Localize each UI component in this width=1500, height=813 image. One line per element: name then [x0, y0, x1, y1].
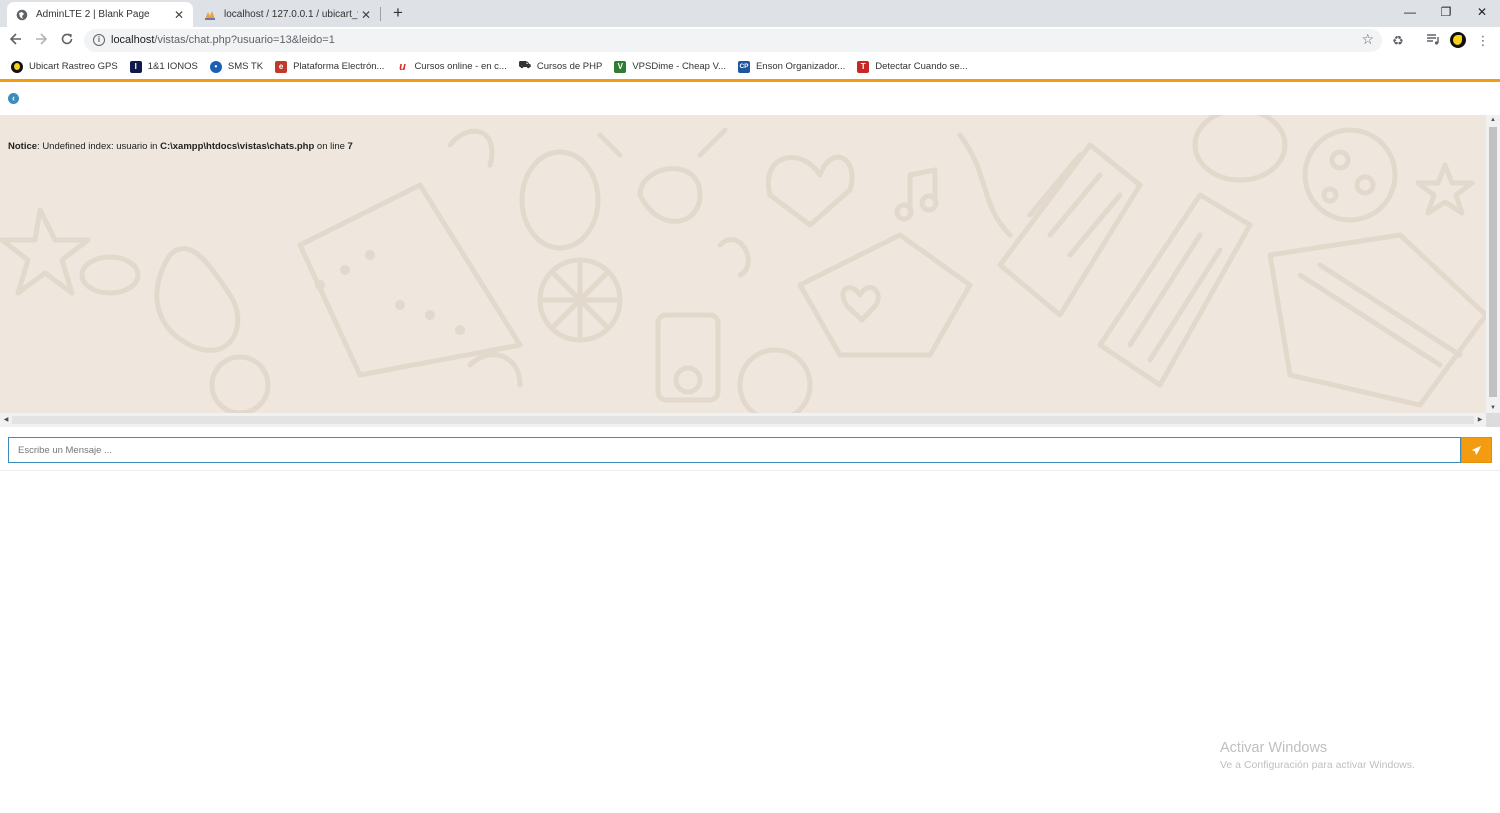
bookmark-label: Enson Organizador... — [755, 61, 846, 72]
message-input[interactable] — [8, 437, 1461, 463]
forward-arrow-icon[interactable] — [31, 31, 51, 51]
activation-title: Activar Windows — [1220, 740, 1328, 756]
vertical-scrollbar[interactable]: ▲ ▼ — [1486, 115, 1500, 413]
new-tab-button[interactable]: + — [389, 4, 407, 22]
scrollbar-thumb[interactable] — [1489, 127, 1497, 397]
bookmark-label: Detectar Cuando se... — [875, 61, 968, 72]
tab-adminlte[interactable]: AdminLTE 2 | Blank Page ✕ — [7, 2, 193, 27]
phpmyadmin-icon — [204, 9, 216, 21]
ionos-icon: I — [129, 60, 142, 73]
ubicart-icon — [11, 60, 23, 73]
tab-title: AdminLTE 2 | Blank Page — [36, 9, 150, 20]
scroll-left-arrow-icon[interactable]: ◀ — [0, 413, 12, 427]
bookmark-item[interactable]: u Cursos online - en c... — [396, 60, 507, 73]
horizontal-scrollbar[interactable]: ◀ ▶ — [0, 413, 1486, 427]
bookmark-label: SMS TK — [227, 61, 264, 72]
notice-line-number: 7 — [347, 141, 353, 152]
header-accent-line — [0, 79, 1500, 82]
bookmark-item[interactable]: T Detectar Cuando se... — [857, 60, 968, 73]
bookmark-item[interactable]: I 1&1 IONOS — [129, 60, 198, 73]
scroll-down-arrow-icon[interactable]: ▼ — [1486, 403, 1500, 413]
bookmark-item[interactable]: V VPSDime - Cheap V... — [614, 60, 726, 73]
tab-title: localhost / 127.0.0.1 / ubicart_ver — [224, 9, 358, 20]
bookmark-item[interactable]: e Plataforma Electrón... — [275, 60, 385, 73]
notice-label: Notice — [8, 141, 38, 152]
bookmark-item[interactable]: ⛟ Cursos de PHP — [518, 60, 603, 73]
globe-icon — [16, 9, 28, 21]
recycle-extension-icon[interactable]: ♻ — [1389, 32, 1407, 50]
address-url: localhost/vistas/chat.php?usuario=13&lei… — [111, 34, 335, 46]
platform-icon: e — [275, 60, 288, 73]
vpsdime-icon: V — [614, 60, 627, 73]
paper-plane-icon — [1471, 445, 1482, 456]
bookmark-label: Cursos online - en c... — [414, 61, 507, 72]
close-tab-icon[interactable]: ✕ — [171, 7, 187, 23]
minimize-button[interactable]: — — [1392, 2, 1428, 22]
message-composer — [8, 437, 1493, 463]
media-queue-icon[interactable] — [1424, 32, 1442, 50]
chat-background: Notice: Undefined index: usuario in C:\x… — [0, 115, 1486, 413]
bookmark-label: VPSDime - Cheap V... — [632, 61, 726, 72]
windows-activation-watermark: Activar Windows Ve a Configuración para … — [1220, 740, 1415, 771]
profile-avatar[interactable] — [1450, 32, 1466, 48]
courses-icon: u — [399, 60, 406, 73]
bookmark-item[interactable]: Ubicart Rastreo GPS — [11, 60, 118, 73]
info-icon[interactable]: i — [93, 34, 105, 46]
address-bar[interactable]: i localhost/vistas/chat.php?usuario=13&l… — [84, 29, 1382, 52]
browser-toolbar: i localhost/vistas/chat.php?usuario=13&l… — [0, 27, 1500, 54]
send-button[interactable] — [1461, 437, 1492, 463]
close-tab-icon[interactable]: ✕ — [358, 7, 374, 23]
scrollbar-thumb[interactable] — [12, 416, 1474, 424]
notice-text: : Undefined index: usuario in — [37, 141, 161, 152]
php-icon: ⛟ — [518, 60, 532, 71]
activation-subtitle: Ve a Configuración para activar Windows. — [1220, 759, 1415, 771]
scroll-up-arrow-icon[interactable]: ▲ — [1486, 115, 1500, 125]
cp-icon: CP — [737, 60, 750, 73]
bookmark-star-icon[interactable]: ☆ — [1361, 31, 1374, 48]
footer-divider — [0, 470, 1500, 471]
url-host: localhost — [111, 34, 155, 46]
bookmark-item[interactable]: • SMS TK — [209, 60, 264, 73]
reload-icon[interactable] — [57, 31, 77, 51]
bookmark-label: 1&1 IONOS — [147, 61, 198, 72]
doodle-pattern — [0, 115, 1486, 413]
menu-kebab-icon[interactable]: ⋮ — [1474, 32, 1492, 50]
url-path: /vistas/chat.php?usuario=13&leido=1 — [154, 34, 335, 46]
t-icon: T — [857, 60, 870, 73]
restore-button[interactable]: ❐ — [1428, 2, 1464, 22]
php-notice: Notice: Undefined index: usuario in C:\x… — [8, 141, 353, 152]
scrollbar-corner — [1486, 413, 1500, 427]
bookmarks-bar: Ubicart Rastreo GPS I 1&1 IONOS • SMS TK… — [0, 54, 1500, 79]
tab-phpmyadmin[interactable]: localhost / 127.0.0.1 / ubicart_ver ✕ — [196, 2, 380, 27]
bookmark-label: Cursos de PHP — [536, 61, 603, 72]
tab-separator — [380, 7, 381, 21]
chat-messages-area: Notice: Undefined index: usuario in C:\x… — [0, 115, 1500, 428]
window-close-button[interactable]: ✕ — [1464, 2, 1500, 22]
bookmark-label: Ubicart Rastreo GPS — [29, 61, 118, 72]
bookmark-label: Plataforma Electrón... — [293, 61, 385, 72]
sms-icon: • — [209, 60, 222, 73]
back-arrow-icon[interactable] — [6, 31, 26, 51]
bookmark-item[interactable]: CP Enson Organizador... — [737, 60, 846, 73]
scroll-right-arrow-icon[interactable]: ▶ — [1474, 413, 1486, 427]
notice-text-line: on line — [314, 141, 348, 152]
notice-path: C:\xampp\htdocs\vistas\chats.php — [160, 141, 315, 152]
back-circle-icon[interactable]: ‹ — [8, 93, 19, 104]
tab-strip: AdminLTE 2 | Blank Page ✕ localhost / 12… — [0, 0, 1500, 27]
